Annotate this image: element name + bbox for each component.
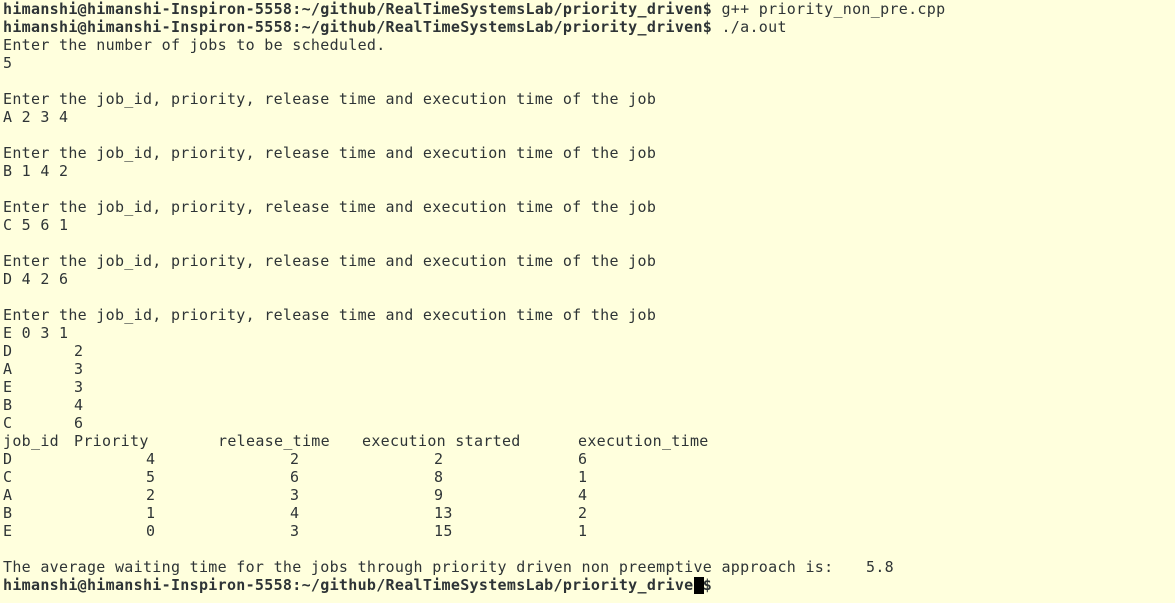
average-waiting-time-label: The average waiting time for the jobs th… xyxy=(3,558,834,576)
sorted-job-id: A xyxy=(3,360,13,378)
shell-prompt: himanshi@himanshi-Inspiron-5558:~/github… xyxy=(3,0,713,18)
table-cell-execution-started: 2 xyxy=(434,450,444,468)
final-shell-prompt: himanshi@himanshi-Inspiron-5558:~/github… xyxy=(3,576,713,594)
table-cell-priority: 5 xyxy=(146,468,156,486)
sorted-job-id: C xyxy=(3,414,13,432)
sorted-job-id: E xyxy=(3,378,13,396)
table-cell-execution-started: 15 xyxy=(434,522,453,540)
table-cell-job-id: B xyxy=(3,504,13,522)
text-cursor[interactable] xyxy=(694,577,704,594)
job-entry-input: B 1 4 2 xyxy=(3,162,69,180)
table-cell-execution-time: 2 xyxy=(578,504,588,522)
command-text: g++ priority_non_pre.cpp xyxy=(712,0,946,18)
sorted-job-value: 6 xyxy=(74,414,84,432)
terminal-window[interactable]: himanshi@himanshi-Inspiron-5558:~/github… xyxy=(0,0,1175,603)
table-cell-release-time: 3 xyxy=(290,522,300,540)
table-cell-execution-time: 6 xyxy=(578,450,588,468)
table-cell-release-time: 2 xyxy=(290,450,300,468)
sorted-job-id: D xyxy=(3,342,13,360)
job-entry-prompt: Enter the job_id, priority, release time… xyxy=(3,252,657,270)
job-count-prompt: Enter the number of jobs to be scheduled… xyxy=(3,36,386,54)
job-entry-prompt: Enter the job_id, priority, release time… xyxy=(3,198,657,216)
shell-prompt: himanshi@himanshi-Inspiron-5558:~/github… xyxy=(3,18,713,36)
table-cell-execution-started: 13 xyxy=(434,504,453,522)
table-cell-priority: 2 xyxy=(146,486,156,504)
job-count-input: 5 xyxy=(3,54,13,72)
job-entry-input: D 4 2 6 xyxy=(3,270,69,288)
sorted-job-value: 3 xyxy=(74,360,84,378)
sorted-job-id: B xyxy=(3,396,13,414)
table-cell-priority: 4 xyxy=(146,450,156,468)
table-cell-release-time: 3 xyxy=(290,486,300,504)
table-cell-release-time: 4 xyxy=(290,504,300,522)
job-entry-input: E 0 3 1 xyxy=(3,324,69,342)
table-cell-execution-started: 9 xyxy=(434,486,444,504)
command-text: ./a.out xyxy=(712,18,787,36)
average-waiting-time-value: 5.8 xyxy=(866,558,894,576)
job-entry-prompt: Enter the job_id, priority, release time… xyxy=(3,144,657,162)
table-cell-execution-time: 1 xyxy=(578,522,588,540)
job-entry-input: A 2 3 4 xyxy=(3,108,69,126)
table-header-execution-started: execution started xyxy=(362,432,521,450)
table-cell-job-id: C xyxy=(3,468,13,486)
table-header-priority: Priority xyxy=(74,432,149,450)
sorted-job-value: 4 xyxy=(74,396,84,414)
sorted-job-value: 2 xyxy=(74,342,84,360)
table-cell-execution-started: 8 xyxy=(434,468,444,486)
table-header-execution-time: execution_time xyxy=(578,432,709,450)
job-entry-prompt: Enter the job_id, priority, release time… xyxy=(3,90,657,108)
table-cell-job-id: E xyxy=(3,522,13,540)
command-line-2: himanshi@himanshi-Inspiron-5558:~/github… xyxy=(3,18,787,36)
table-cell-job-id: D xyxy=(3,450,13,468)
table-cell-priority: 0 xyxy=(146,522,156,540)
table-cell-release-time: 6 xyxy=(290,468,300,486)
command-line-1: himanshi@himanshi-Inspiron-5558:~/github… xyxy=(3,0,945,18)
job-entry-prompt: Enter the job_id, priority, release time… xyxy=(3,306,657,324)
job-entry-input: C 5 6 1 xyxy=(3,216,69,234)
table-header-job-id: job_id xyxy=(3,432,59,450)
table-cell-job-id: A xyxy=(3,486,13,504)
table-cell-priority: 1 xyxy=(146,504,156,522)
table-header-release-time: release_time xyxy=(218,432,330,450)
table-cell-execution-time: 4 xyxy=(578,486,588,504)
table-cell-execution-time: 1 xyxy=(578,468,588,486)
sorted-job-value: 3 xyxy=(74,378,84,396)
